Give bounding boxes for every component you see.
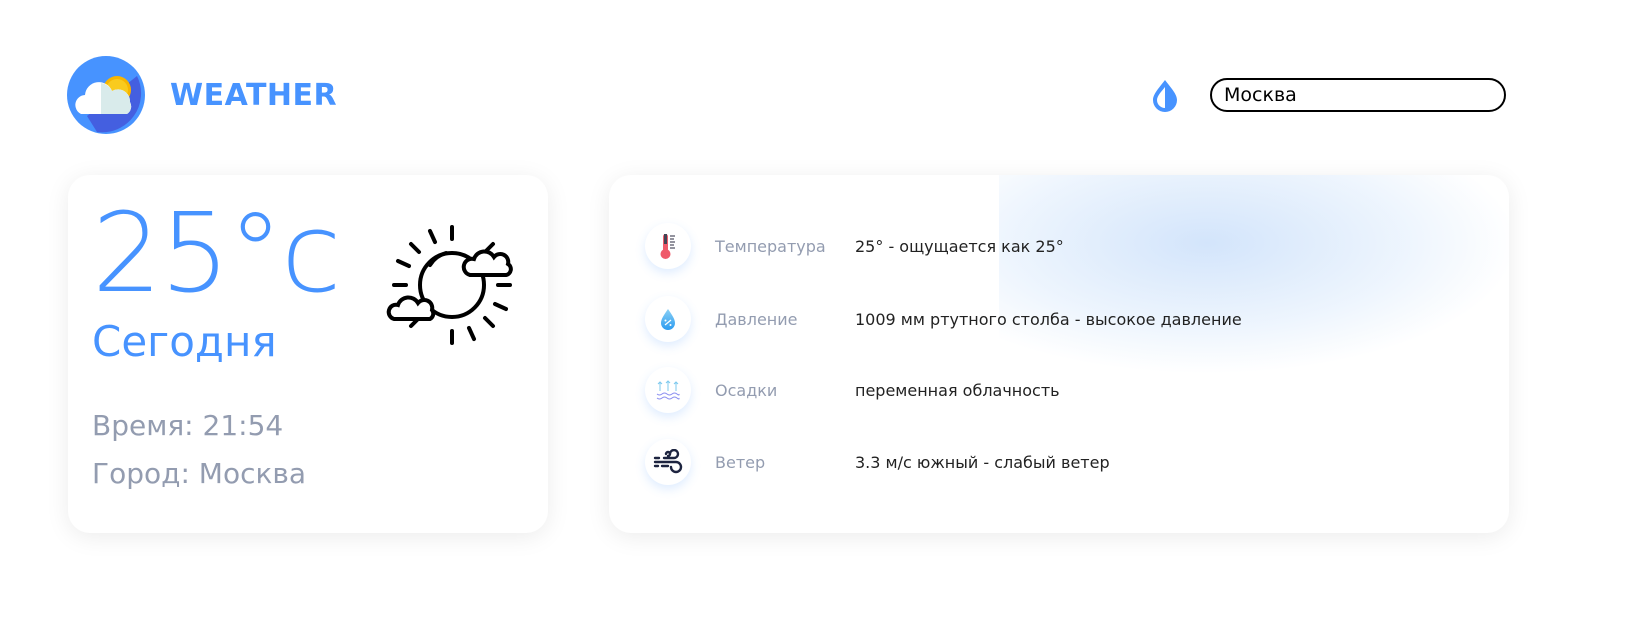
city-search-input[interactable]	[1210, 78, 1506, 112]
detail-row-temperature: Температура 25° - ощущается как 25°	[645, 223, 1064, 269]
current-time: Время: 21:54	[92, 409, 284, 442]
logo-icon	[67, 56, 145, 134]
detail-row-wind: Ветер 3.3 м/с южный - слабый ветер	[645, 439, 1110, 485]
detail-label: Температура	[715, 236, 826, 256]
detail-value: переменная облачность	[855, 380, 1060, 400]
current-weather-card: 25°c Сегодня Время: 21:54 Город: Москва	[68, 175, 548, 533]
detail-value: 25° - ощущается как 25°	[855, 236, 1064, 256]
wind-icon	[645, 439, 691, 485]
detail-label: Ветер	[715, 452, 766, 472]
theme-toggle-icon[interactable]	[1150, 78, 1180, 112]
thermometer-icon	[645, 223, 691, 269]
detail-label: Осадки	[715, 380, 778, 400]
current-city: Город: Москва	[92, 457, 307, 490]
detail-value: 1009 мм ртутного столба - высокое давлен…	[855, 309, 1242, 329]
detail-value: 3.3 м/с южный - слабый ветер	[855, 452, 1110, 472]
detail-label: Давление	[715, 309, 798, 329]
detail-row-pressure: Давление 1009 мм ртутного столба - высок…	[645, 296, 1242, 342]
water-drop-icon	[645, 296, 691, 342]
cloud-background	[999, 175, 1509, 375]
day-label: Сегодня	[92, 317, 277, 366]
evaporation-icon	[645, 367, 691, 413]
partly-cloudy-icon	[386, 225, 513, 345]
weather-details-card: Температура 25° - ощущается как 25° Давл…	[609, 175, 1509, 533]
detail-row-precipitation: Осадки переменная облачность	[645, 367, 1060, 413]
current-temperature: 25°c	[92, 189, 341, 317]
app-title: WEATHER	[170, 78, 338, 113]
